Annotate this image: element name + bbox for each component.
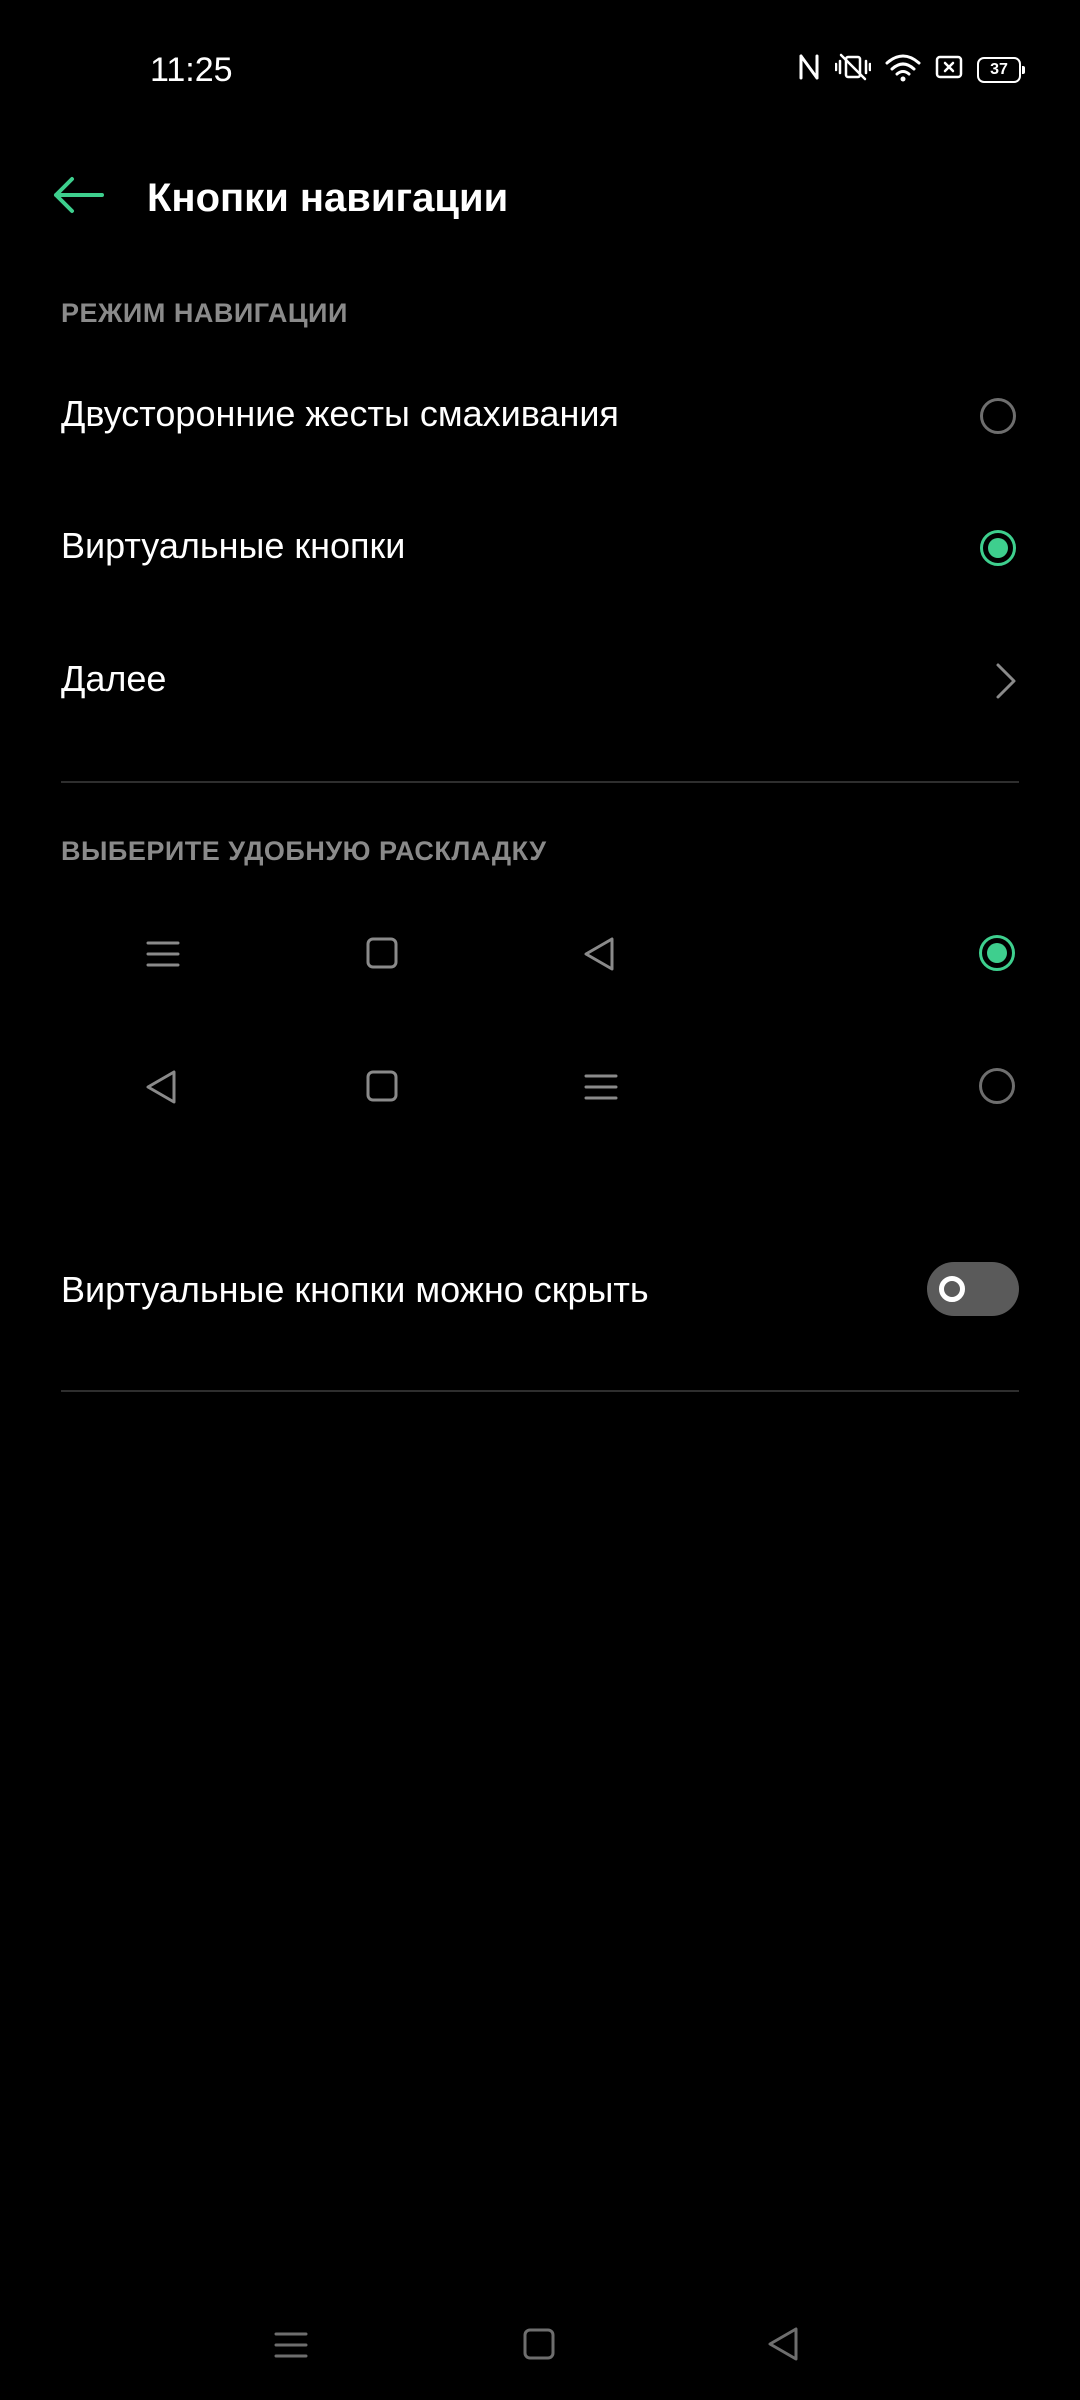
back-button[interactable] [52,170,108,220]
back-triangle-icon [584,937,614,971]
divider [61,1390,1019,1392]
home-square-icon [366,937,398,969]
option-swipe-gestures[interactable]: Двусторонние жесты смахивания [0,370,1080,462]
hide-buttons-toggle[interactable] [927,1262,1019,1316]
radio-layout-1[interactable] [979,935,1015,971]
menu-icon[interactable] [274,2328,308,2362]
back-triangle-icon [146,1070,176,1104]
hide-buttons-label: Виртуальные кнопки можно скрыть [61,1269,649,1310]
arrow-left-icon [54,177,104,213]
radio-swipe-gestures[interactable] [980,398,1016,434]
layout-option-2[interactable] [0,1038,1080,1134]
more-row[interactable]: Далее [0,635,1080,727]
back-triangle-icon[interactable] [766,2326,800,2362]
layout-option-1[interactable] [0,905,1080,1001]
hide-buttons-row[interactable]: Виртуальные кнопки можно скрыть [0,1242,1080,1338]
chevron-right-icon [996,663,1016,699]
option-label: Виртуальные кнопки [61,525,406,566]
status-time: 11:25 [150,51,233,89]
menu-icon [146,941,180,967]
more-label: Далее [61,658,167,699]
menu-icon [584,1074,618,1100]
status-icons: 37 [797,52,1025,87]
divider [61,781,1019,783]
option-label: Двусторонние жесты смахивания [61,393,619,434]
sim-icon [935,54,963,85]
home-square-icon [366,1070,398,1102]
system-navigation-bar [0,2310,1080,2380]
wifi-icon [885,52,921,87]
section-header-navigation-mode: РЕЖИМ НАВИГАЦИИ [61,298,348,328]
battery-icon: 37 [977,56,1025,83]
section-header-layout: ВЫБЕРИТЕ УДОБНУЮ РАСКЛАДКУ [61,836,547,866]
home-square-icon[interactable] [523,2328,555,2360]
radio-layout-2[interactable] [979,1068,1015,1104]
radio-virtual-buttons[interactable] [980,530,1016,566]
toggle-knob [939,1276,965,1302]
option-virtual-buttons[interactable]: Виртуальные кнопки [0,502,1080,594]
nfc-icon [797,52,821,87]
vibrate-off-icon [834,52,872,87]
page-title: Кнопки навигации [147,176,509,220]
